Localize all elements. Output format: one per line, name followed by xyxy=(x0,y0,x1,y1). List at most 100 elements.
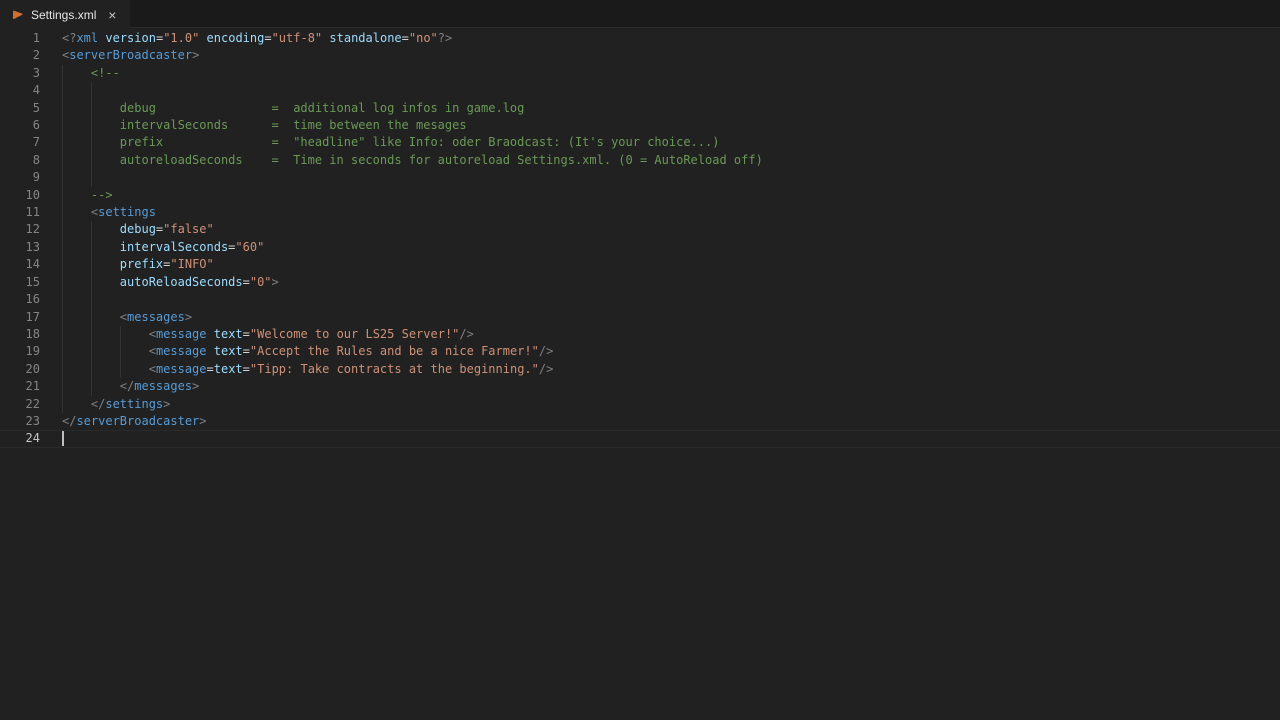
indent-guide xyxy=(62,274,63,291)
line-number[interactable]: 14 xyxy=(0,256,40,273)
code-line[interactable]: 9 xyxy=(0,169,1280,186)
indent-guide xyxy=(120,326,121,343)
line-number[interactable]: 3 xyxy=(0,65,40,82)
code-line[interactable]: 11 <settings xyxy=(0,204,1280,221)
indent-guide xyxy=(91,378,92,395)
indent-guide xyxy=(91,82,92,99)
tab-close-icon[interactable]: × xyxy=(104,7,120,23)
line-number[interactable]: 7 xyxy=(0,134,40,151)
line-content xyxy=(40,291,1280,308)
indent-guide xyxy=(62,221,63,238)
code-line[interactable]: 14 prefix="INFO" xyxy=(0,256,1280,273)
indent-guide xyxy=(62,378,63,395)
code-line[interactable]: 4 xyxy=(0,82,1280,99)
indent-guide xyxy=(91,152,92,169)
line-content: autoReloadSeconds="0"> xyxy=(40,274,1280,291)
indent-guide xyxy=(62,256,63,273)
line-number[interactable]: 22 xyxy=(0,396,40,413)
indent-guide xyxy=(62,169,63,186)
line-number[interactable]: 11 xyxy=(0,204,40,221)
line-number[interactable]: 5 xyxy=(0,100,40,117)
code-line[interactable]: 17 <messages> xyxy=(0,309,1280,326)
indent-guide xyxy=(91,239,92,256)
line-content: <message text="Welcome to our LS25 Serve… xyxy=(40,326,1280,343)
line-content: intervalSeconds = time between the mesag… xyxy=(40,117,1280,134)
code-line[interactable]: 13 intervalSeconds="60" xyxy=(0,239,1280,256)
line-number[interactable]: 16 xyxy=(0,291,40,308)
indent-guide xyxy=(62,65,63,82)
indent-guide xyxy=(91,169,92,186)
code-line[interactable]: 2<serverBroadcaster> xyxy=(0,47,1280,64)
indent-guide xyxy=(62,100,63,117)
code-line[interactable]: 15 autoReloadSeconds="0"> xyxy=(0,274,1280,291)
line-content: </messages> xyxy=(40,378,1280,395)
code-line[interactable]: 1<?xml version="1.0" encoding="utf-8" st… xyxy=(0,30,1280,47)
line-content: debug = additional log infos in game.log xyxy=(40,100,1280,117)
line-number[interactable]: 6 xyxy=(0,117,40,134)
line-number[interactable]: 23 xyxy=(0,413,40,430)
line-content: </serverBroadcaster> xyxy=(40,413,1280,430)
line-number[interactable]: 21 xyxy=(0,378,40,395)
code-line[interactable]: 24 xyxy=(0,430,1280,447)
code-editor[interactable]: 1<?xml version="1.0" encoding="utf-8" st… xyxy=(0,28,1280,720)
indent-guide xyxy=(91,291,92,308)
line-number[interactable]: 20 xyxy=(0,361,40,378)
code-line[interactable]: 20 <message=text="Tipp: Take contracts a… xyxy=(0,361,1280,378)
line-number[interactable]: 24 xyxy=(0,430,40,447)
indent-guide xyxy=(62,134,63,151)
line-content: </settings> xyxy=(40,396,1280,413)
code-line[interactable]: 5 debug = additional log infos in game.l… xyxy=(0,100,1280,117)
code-line[interactable]: 7 prefix = "headline" like Info: oder Br… xyxy=(0,134,1280,151)
indent-guide xyxy=(62,291,63,308)
line-number[interactable]: 18 xyxy=(0,326,40,343)
line-content: <message=text="Tipp: Take contracts at t… xyxy=(40,361,1280,378)
code-line[interactable]: 22 </settings> xyxy=(0,396,1280,413)
line-content: autoreloadSeconds = Time in seconds for … xyxy=(40,152,1280,169)
code-line[interactable]: 23</serverBroadcaster> xyxy=(0,413,1280,430)
code-line[interactable]: 10 --> xyxy=(0,187,1280,204)
editor-window: Settings.xml × 1<?xml version="1.0" enco… xyxy=(0,0,1280,720)
indent-guide xyxy=(62,361,63,378)
line-content: <serverBroadcaster> xyxy=(40,47,1280,64)
indent-guide xyxy=(62,309,63,326)
line-content: debug="false" xyxy=(40,221,1280,238)
indent-guide xyxy=(62,117,63,134)
indent-guide xyxy=(91,134,92,151)
code-line[interactable]: 3 <!-- xyxy=(0,65,1280,82)
line-content: prefix="INFO" xyxy=(40,256,1280,273)
indent-guide xyxy=(62,396,63,413)
line-number[interactable]: 1 xyxy=(0,30,40,47)
indent-guide xyxy=(91,274,92,291)
line-number[interactable]: 4 xyxy=(0,82,40,99)
text-cursor xyxy=(62,431,64,446)
line-number[interactable]: 15 xyxy=(0,274,40,291)
indent-guide xyxy=(62,239,63,256)
line-content xyxy=(40,169,1280,186)
line-number[interactable]: 9 xyxy=(0,169,40,186)
line-number[interactable]: 8 xyxy=(0,152,40,169)
line-number[interactable]: 17 xyxy=(0,309,40,326)
tab-settings-xml[interactable]: Settings.xml × xyxy=(0,0,130,29)
line-number[interactable]: 2 xyxy=(0,47,40,64)
indent-guide xyxy=(62,343,63,360)
line-number[interactable]: 19 xyxy=(0,343,40,360)
code-line[interactable]: 6 intervalSeconds = time between the mes… xyxy=(0,117,1280,134)
indent-guide xyxy=(91,117,92,134)
tab-title: Settings.xml xyxy=(31,8,96,22)
xml-file-icon xyxy=(10,7,25,22)
code-line[interactable]: 8 autoreloadSeconds = Time in seconds fo… xyxy=(0,152,1280,169)
line-content: <messages> xyxy=(40,309,1280,326)
line-number[interactable]: 12 xyxy=(0,221,40,238)
code-line[interactable]: 16 xyxy=(0,291,1280,308)
indent-guide xyxy=(62,326,63,343)
indent-guide xyxy=(91,100,92,117)
line-number[interactable]: 13 xyxy=(0,239,40,256)
line-content: <!-- xyxy=(40,65,1280,82)
code-line[interactable]: 12 debug="false" xyxy=(0,221,1280,238)
code-line[interactable]: 18 <message text="Welcome to our LS25 Se… xyxy=(0,326,1280,343)
indent-guide xyxy=(120,361,121,378)
code-line[interactable]: 19 <message text="Accept the Rules and b… xyxy=(0,343,1280,360)
line-number[interactable]: 10 xyxy=(0,187,40,204)
code-line[interactable]: 21 </messages> xyxy=(0,378,1280,395)
tab-bar: Settings.xml × xyxy=(0,0,1280,28)
